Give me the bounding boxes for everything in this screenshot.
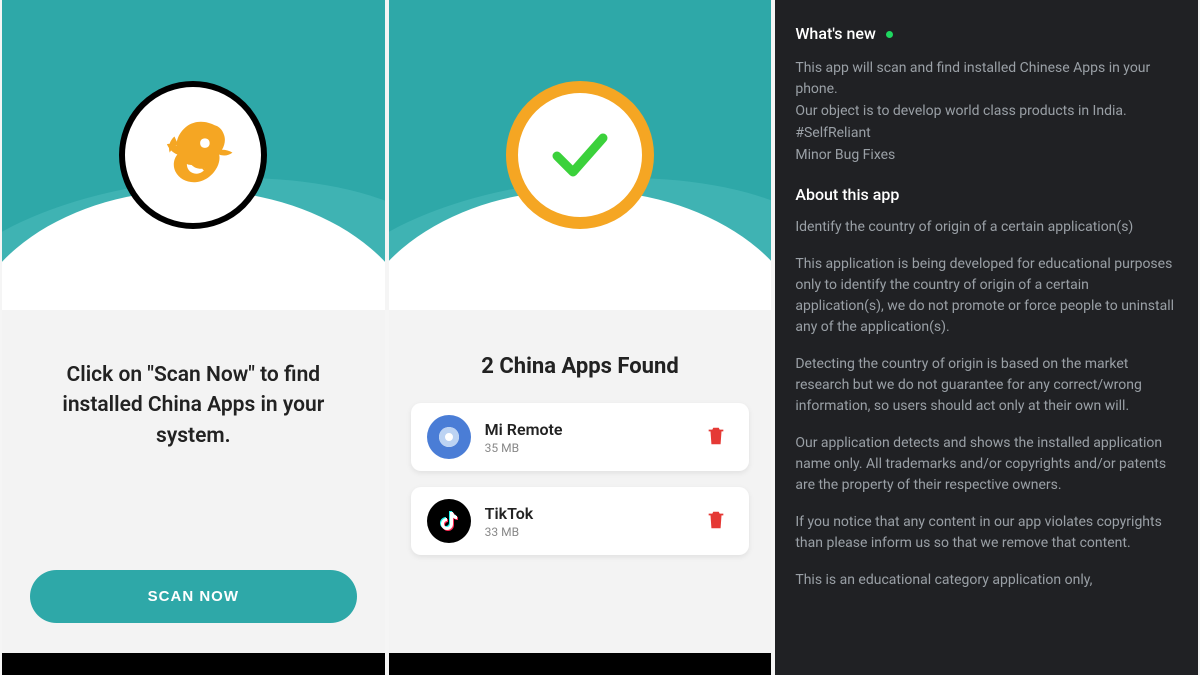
about-paragraph: This is an educational category applicat… bbox=[795, 570, 1178, 591]
app-info: TikTok 33 MB bbox=[485, 504, 700, 539]
android-nav-bar bbox=[389, 653, 772, 675]
whats-new-line: This app will scan and find installed Ch… bbox=[795, 58, 1178, 100]
about-tagline: Identify the country of origin of a cert… bbox=[795, 217, 1178, 238]
app-info: Mi Remote 35 MB bbox=[485, 420, 700, 455]
mi-remote-icon bbox=[427, 415, 471, 459]
app-logo bbox=[119, 81, 267, 229]
dragon-icon bbox=[146, 108, 241, 203]
app-row-mi-remote[interactable]: Mi Remote 35 MB bbox=[411, 403, 750, 471]
store-listing: What's new This app will scan and find i… bbox=[775, 0, 1198, 675]
results-body: 2 China Apps Found Mi Remote 35 MB bbox=[389, 310, 772, 653]
delete-button[interactable] bbox=[699, 503, 733, 540]
scan-now-button[interactable]: SCAN NOW bbox=[30, 570, 357, 623]
delete-button[interactable] bbox=[699, 419, 733, 456]
about-paragraph: This application is being developed for … bbox=[795, 254, 1178, 338]
screen-intro: Click on "Scan Now" to find installed Ch… bbox=[2, 0, 385, 675]
results-title: 2 China Apps Found bbox=[481, 354, 678, 379]
whats-new-line: #SelfReliant bbox=[795, 123, 1178, 144]
screen-results: 2 China Apps Found Mi Remote 35 MB bbox=[389, 0, 772, 675]
trash-icon bbox=[705, 509, 727, 531]
divider bbox=[795, 167, 1178, 183]
app-size: 35 MB bbox=[485, 441, 700, 455]
whats-new-label: What's new bbox=[795, 22, 876, 46]
hero-header bbox=[389, 0, 772, 310]
app-size: 33 MB bbox=[485, 525, 700, 539]
new-dot-icon bbox=[886, 31, 893, 38]
whats-new-line: Our object is to develop world class pro… bbox=[795, 101, 1178, 122]
about-paragraph: Detecting the country of origin is based… bbox=[795, 354, 1178, 417]
intro-text: Click on "Scan Now" to find installed Ch… bbox=[30, 360, 357, 451]
trash-icon bbox=[705, 425, 727, 447]
app-name: TikTok bbox=[485, 504, 700, 523]
intro-body: Click on "Scan Now" to find installed Ch… bbox=[2, 310, 385, 653]
app-row-tiktok[interactable]: TikTok 33 MB bbox=[411, 487, 750, 555]
tiktok-icon bbox=[427, 499, 471, 543]
about-header: About this app bbox=[795, 183, 1178, 207]
app-name: Mi Remote bbox=[485, 420, 700, 439]
check-icon bbox=[545, 120, 615, 190]
whats-new-header: What's new bbox=[795, 22, 1178, 46]
whats-new-line: Minor Bug Fixes bbox=[795, 145, 1178, 166]
about-paragraph: If you notice that any content in our ap… bbox=[795, 512, 1178, 554]
about-paragraph: Our application detects and shows the in… bbox=[795, 433, 1178, 496]
whats-new-body: This app will scan and find installed Ch… bbox=[795, 58, 1178, 166]
scan-complete-badge bbox=[506, 81, 654, 229]
hero-header bbox=[2, 0, 385, 310]
android-nav-bar bbox=[2, 653, 385, 675]
